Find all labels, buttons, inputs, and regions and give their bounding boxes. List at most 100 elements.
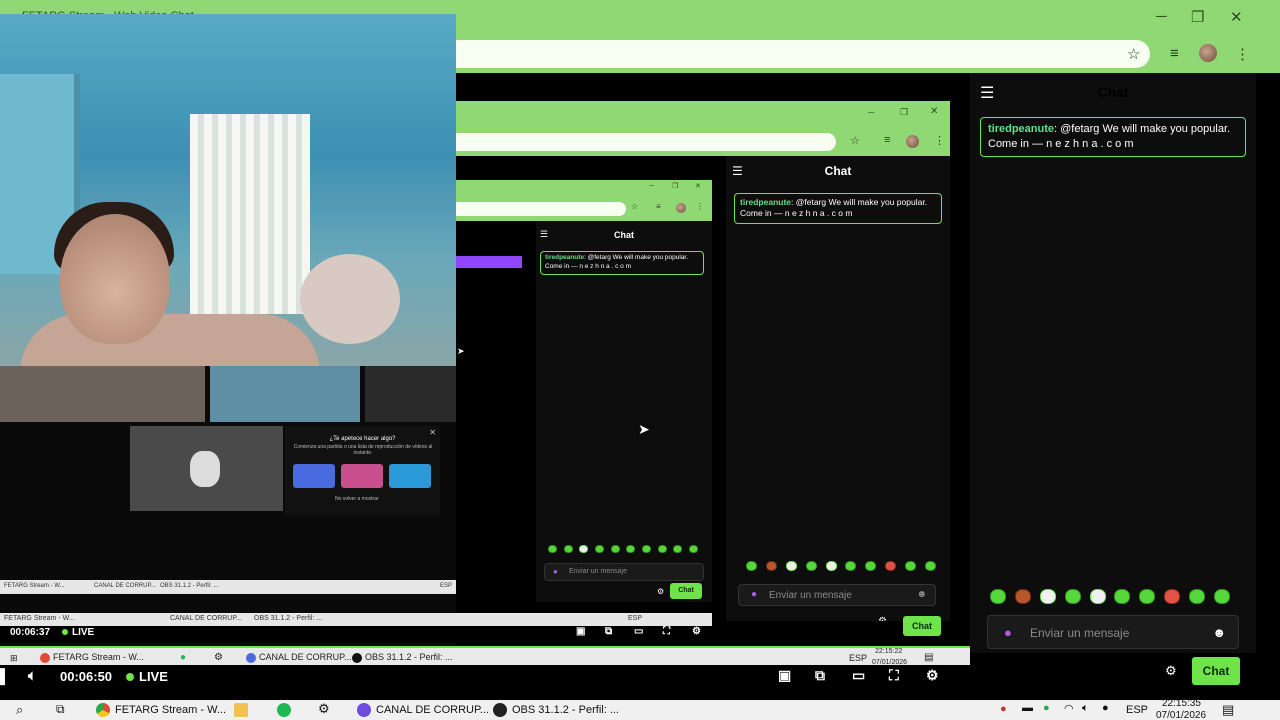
settings-icon[interactable]: ⚙	[318, 701, 330, 717]
video-tile-avatar	[190, 451, 220, 487]
close-button[interactable]: ✕	[1230, 8, 1243, 26]
stream-tb-app-1: FETARG Stream - W...	[40, 652, 144, 663]
volume-icon[interactable]: 🔈︎	[28, 667, 36, 684]
taskbar-app-channel[interactable]: CANAL DE CORRUP...	[357, 703, 489, 717]
emote	[865, 561, 877, 571]
pip-icon[interactable]: ▣	[778, 667, 791, 684]
microphone-icon[interactable]: ●	[1004, 625, 1012, 640]
emote-button[interactable]	[1114, 589, 1131, 604]
nested-live-label: LIVE	[62, 627, 94, 638]
spotify-icon[interactable]	[277, 703, 291, 717]
stream-tb-time: 22:15:22	[875, 648, 903, 655]
miniplayer-icon[interactable]: ⧉	[815, 667, 825, 684]
nested-tb-app: OBS 31.1.2 - Perfil: ...	[254, 615, 323, 622]
popup-body: Comienza una partida o una lista de repr…	[293, 444, 433, 456]
emote	[785, 561, 797, 571]
microphone-tray-icon[interactable]: ●	[1102, 702, 1109, 714]
profile-avatar[interactable]	[1199, 44, 1217, 62]
emote	[885, 561, 897, 571]
nested-player-bar: 00:06:37 LIVE ▣ ⧉ ▭ ⛶ ⚙	[0, 626, 712, 642]
emoji-icon[interactable]: ☻	[1212, 625, 1226, 640]
nested-chat-input: ● Enviar un mensaje ☻	[738, 584, 936, 606]
file-explorer-icon[interactable]	[234, 703, 248, 717]
stream-video-area: ─ ❐ ✕ ☆ ≡ ⋮ ☰ Chat tiredpeanute: @fetarg…	[456, 73, 970, 648]
nested-tb-app: OBS 31.1.2 - Perfil: ...	[160, 583, 219, 589]
player-time: 00:06:50	[60, 669, 113, 684]
menu-kebab-icon[interactable]: ⋮	[1235, 45, 1250, 63]
nested-close-icon: ✕	[930, 106, 939, 117]
emote-button[interactable]	[1213, 589, 1230, 604]
nested-tb-app: CANAL DE CORRUP...	[94, 583, 156, 589]
nested2-settings-icon: ⚙	[657, 587, 665, 596]
nested-maximize-icon: ❐	[900, 107, 909, 117]
nested2-close-icon: ✕	[695, 183, 701, 190]
chat-panel: ☰ Chat tiredpeanute: @fetarg We will mak…	[970, 73, 1256, 653]
nested-chat-panel: ☰ Chat tiredpeanute: @fetarg We will mak…	[726, 156, 950, 621]
popup-title: ¿Te apetece hacer algo?	[329, 436, 396, 442]
nested-chat-message: tiredpeanute: @fetarg We will make you p…	[734, 193, 942, 224]
language-indicator[interactable]: ESP	[1126, 704, 1148, 716]
emote-button[interactable]	[1089, 589, 1106, 604]
emote-button[interactable]	[1139, 589, 1156, 604]
tray-app-icon[interactable]: ●	[1000, 703, 1007, 715]
nested2-purple-bar	[456, 256, 522, 268]
nested2-chat-panel: ☰ Chat tiredpeanute: @fetarg We will mak…	[536, 221, 712, 602]
tray-status-icon[interactable]: ●	[1043, 702, 1050, 714]
emote	[641, 545, 651, 553]
nested-taskbar-1: FETARG Stream - W... CANAL DE CORRUP... …	[0, 580, 456, 594]
taskbar-app-obs[interactable]: OBS 31.1.2 - Perfil: ...	[493, 703, 619, 717]
taskbar-date[interactable]: 07/01/2026	[1156, 710, 1206, 720]
nested-emoji-icon: ☻	[916, 589, 927, 600]
emote-button[interactable]	[1014, 589, 1031, 604]
stream-tb-notification-icon: ▤	[924, 652, 934, 663]
nested-settings-icon: ⚙	[878, 616, 887, 621]
nested2-avatar	[676, 203, 686, 213]
tray-icon[interactable]: ▬	[1022, 702, 1033, 714]
notification-center-icon[interactable]: ▤	[1222, 702, 1234, 718]
maximize-button[interactable]: ❐	[1191, 8, 1204, 26]
nested-avatar	[906, 135, 919, 148]
nested2-body: ☰ Chat tiredpeanute: @fetarg We will mak…	[456, 221, 712, 602]
game-thumb	[389, 464, 431, 488]
spotify-icon: ●	[180, 652, 187, 663]
nested-mic-icon: ●	[751, 589, 758, 600]
emote-button[interactable]	[990, 589, 1006, 604]
minimize-button[interactable]: ─	[1156, 8, 1167, 25]
address-bar[interactable]	[430, 40, 1150, 68]
emote-button[interactable]	[1189, 589, 1205, 604]
taskbar-app-label: OBS 31.1.2 - Perfil: ...	[512, 704, 619, 716]
chat-username[interactable]: tiredpeanute	[988, 123, 1054, 135]
search-icon[interactable]: ⌕	[16, 702, 23, 718]
emote	[610, 545, 620, 553]
chat-input[interactable]: ● Enviar un mensaje ☻	[987, 615, 1239, 649]
taskbar-app-chrome[interactable]: FETARG Stream - W...	[96, 703, 226, 717]
nested-taskbar-2: FETARG Stream - W... CANAL DE CORRUP... …	[0, 613, 712, 627]
player-settings-icon[interactable]: ⚙	[926, 667, 939, 684]
play-pause-icon[interactable]: ▌	[0, 668, 10, 684]
nested2-chat-header: Chat	[614, 230, 634, 240]
emote-button[interactable]	[1039, 589, 1056, 604]
task-view-icon[interactable]: ⧉	[56, 702, 65, 717]
nested-toolbar: ☆ ≡ ⋮	[456, 128, 950, 156]
emote-button[interactable]	[1164, 589, 1181, 604]
webcam-knee	[300, 254, 400, 344]
emote	[673, 545, 683, 553]
recursive-screen-area: ✕ ¿Te apetece hacer algo? Comienza una p…	[0, 366, 456, 646]
live-indicator: LIVE	[126, 669, 168, 684]
chat-settings-icon[interactable]: ⚙	[1165, 663, 1177, 679]
chat-send-button[interactable]: Chat	[1192, 657, 1240, 685]
emote-button[interactable]	[1064, 589, 1081, 604]
wifi-icon[interactable]: ◠	[1064, 702, 1074, 715]
nested-media-icon: ≡	[884, 134, 891, 146]
fullscreen-icon[interactable]: ⛶	[889, 667, 899, 684]
media-control-icon[interactable]: ≡	[1170, 45, 1179, 62]
bookmark-star-icon[interactable]: ☆	[1127, 45, 1140, 63]
speaker-icon[interactable]: 🔈︎	[1082, 702, 1089, 715]
theater-mode-icon[interactable]: ▭	[852, 667, 865, 684]
stream-tb-app-2: CANAL DE CORRUP...	[246, 652, 352, 663]
player-bar: ▌ 🔈︎ 00:06:50 LIVE ▣ ⧉ ▭ ⛶ ⚙	[0, 665, 970, 687]
taskbar-time[interactable]: 22:15:35	[1162, 698, 1201, 709]
emote	[626, 545, 636, 553]
nested2-chat-placeholder: Enviar un mensaje	[569, 568, 627, 575]
windows-taskbar: ⌕ ⧉ FETARG Stream - W... ⚙ CANAL DE CORR…	[0, 698, 1280, 720]
